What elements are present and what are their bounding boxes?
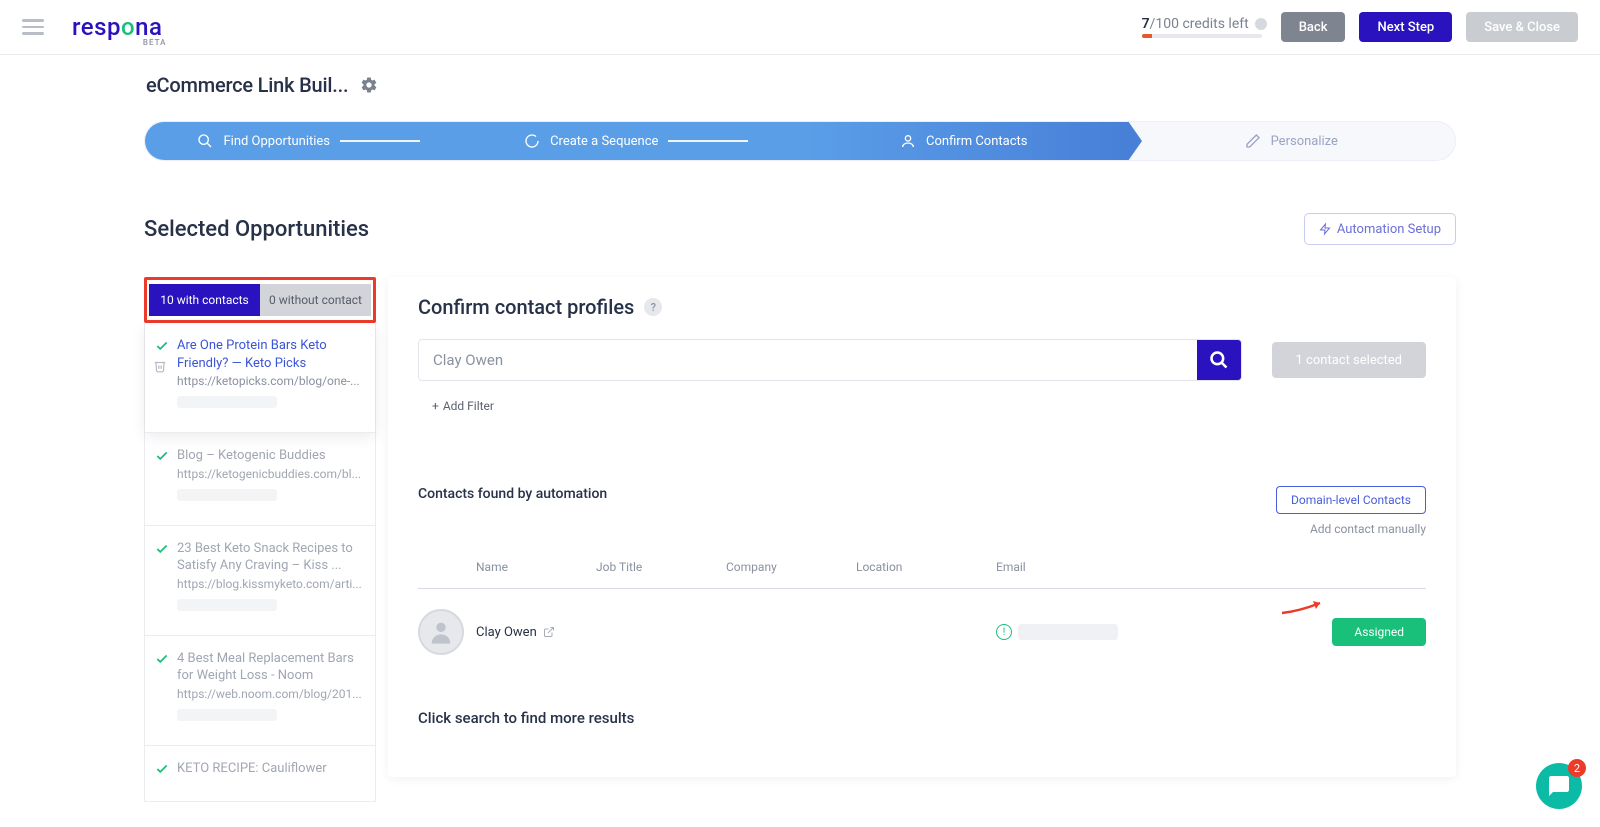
search-icon [1209,350,1229,370]
avatar [418,609,464,655]
contact-row[interactable]: Clay Owen ! Assigned [418,589,1426,675]
blurred-content [177,396,277,408]
info-icon[interactable] [1255,18,1267,30]
search-button[interactable] [1197,340,1241,380]
tab-with-contacts[interactable]: 10 with contacts [149,284,260,316]
gear-icon[interactable] [360,76,378,94]
logo[interactable]: responaBETA [72,13,162,41]
column-company: Company [726,560,856,574]
contacts-table: Name Job Title Company Location Email Cl… [418,560,1426,675]
check-icon [155,542,169,556]
save-close-button[interactable]: Save & Close [1466,12,1578,42]
panel-heading: Confirm contact profiles [418,295,634,319]
blurred-email [1018,624,1118,640]
check-icon [155,449,169,463]
blurred-content [177,599,277,611]
help-icon[interactable]: ? [644,298,662,316]
blurred-content [177,709,277,721]
bolt-icon [1319,222,1331,236]
refresh-icon [524,133,540,149]
opportunity-title: KETO RECIPE: Cauliflower [177,760,365,778]
opportunity-item[interactable]: Are One Protein Bars Keto Friendly? — Ke… [145,323,375,433]
edit-icon [1245,133,1261,149]
column-name: Name [476,560,596,574]
step-find-opportunities[interactable]: Find Opportunities [145,122,473,160]
beta-label: BETA [143,38,166,47]
chat-widget[interactable]: 2 [1536,763,1582,809]
confirm-panel: Confirm contact profiles ? 1 contact sel… [388,277,1456,777]
opportunity-title: Are One Protein Bars Keto Friendly? — Ke… [177,337,365,372]
opportunity-url: https://web.noom.com/blog/201... [177,687,365,701]
opportunity-item[interactable]: KETO RECIPE: Cauliflower [145,746,375,802]
search-icon [197,133,213,149]
selected-count-pill: 1 contact selected [1272,342,1426,378]
chat-badge: 2 [1568,759,1586,777]
credits-progress [1142,34,1262,38]
opportunity-title: 4 Best Meal Replacement Bars for Weight … [177,650,365,685]
step-confirm-contacts[interactable]: Confirm Contacts [800,122,1128,160]
plus-icon: + [432,399,439,413]
column-location: Location [856,560,996,574]
arrow-annotation-icon [1280,595,1330,617]
chat-icon [1547,774,1571,798]
trash-icon[interactable] [153,359,167,373]
credits-used: 7 [1142,16,1150,32]
back-button[interactable]: Back [1281,12,1346,42]
blurred-content [177,489,277,501]
add-filter-button[interactable]: + Add Filter [432,399,494,413]
search-input[interactable] [419,340,1197,380]
opportunity-title: Blog – Ketogenic Buddies [177,447,365,465]
domain-level-contacts-button[interactable]: Domain-level Contacts [1276,486,1426,514]
opportunity-title: 23 Best Keto Snack Recipes to Satisfy An… [177,540,365,575]
user-icon [900,133,916,149]
column-email: Email [996,560,1126,574]
step-personalize[interactable]: Personalize [1128,122,1456,160]
section-title: Selected Opportunities [144,217,369,242]
opportunity-url: https://blog.kissmyketo.com/arti... [177,577,365,591]
search-hint: Click search to find more results [418,709,1426,727]
credits: 7/100 credits left [1142,16,1267,38]
email-verified-icon: ! [996,624,1012,640]
tab-without-contacts[interactable]: 0 without contact [260,284,371,316]
contacts-found-heading: Contacts found by automation [418,486,607,502]
stepper: Find Opportunities Create a Sequence Con… [144,121,1456,161]
column-job-title: Job Title [596,560,726,574]
automation-setup-button[interactable]: Automation Setup [1304,213,1456,245]
opportunity-item[interactable]: 4 Best Meal Replacement Bars for Weight … [145,636,375,746]
opportunities-sidebar: 10 with contacts 0 without contact Are O… [144,277,376,802]
check-icon [155,339,169,353]
tabs-highlight-box: 10 with contacts 0 without contact [144,277,376,323]
external-link-icon[interactable] [543,626,555,638]
opportunity-url: https://ketopicks.com/blog/one-... [177,374,365,388]
add-contact-manually-link[interactable]: Add contact manually [1310,522,1426,536]
topbar: responaBETA 7/100 credits left Back Next… [0,0,1600,55]
contact-name: Clay Owen [476,625,537,640]
check-icon [155,762,169,776]
next-step-button[interactable]: Next Step [1359,12,1452,42]
campaign-title: eCommerce Link Buil... [146,73,348,97]
opportunity-url: https://ketogenicbuddies.com/bl... [177,467,365,481]
hamburger-icon[interactable] [22,19,44,35]
opportunity-item[interactable]: 23 Best Keto Snack Recipes to Satisfy An… [145,526,375,636]
opportunity-item[interactable]: Blog – Ketogenic Buddies https://ketogen… [145,433,375,526]
step-create-sequence[interactable]: Create a Sequence [473,122,801,160]
check-icon [155,652,169,666]
search-box [418,339,1242,381]
assigned-button[interactable]: Assigned [1332,618,1426,646]
